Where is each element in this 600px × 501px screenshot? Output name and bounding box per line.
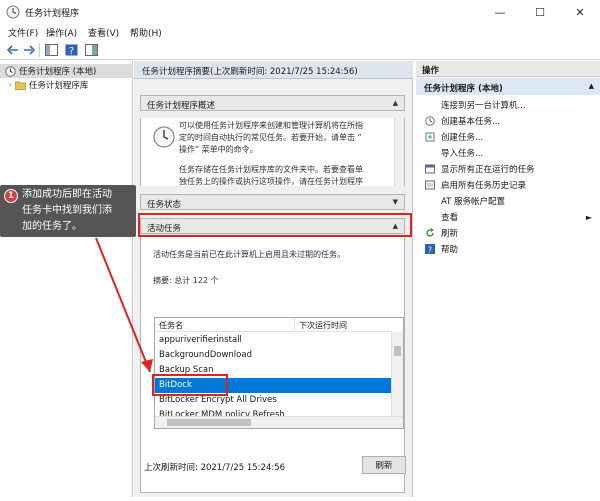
- active-tasks-table: 任务名 下次运行时间 appuriverifierinstall Backgro…: [154, 317, 404, 429]
- action-enable-history[interactable]: 启用所有任务历史记录: [416, 177, 600, 193]
- task-status-section-header[interactable]: 任务状态 ▼: [140, 194, 405, 210]
- refresh-button[interactable]: 刷新: [362, 456, 406, 474]
- action-label: 连接到另一台计算机...: [441, 101, 526, 111]
- task-scheduler-icon: [6, 5, 20, 19]
- action-view[interactable]: 查看 ►: [416, 209, 600, 225]
- title-bar: 任务计划程序 — ☐ ✕: [0, 0, 600, 24]
- scroll-thumb[interactable]: [394, 346, 401, 356]
- toolbar: ?: [0, 40, 600, 60]
- console-icon[interactable]: [84, 43, 99, 57]
- scroll-thumb[interactable]: [167, 419, 251, 426]
- action-label: 显示所有正在运行的任务: [441, 165, 535, 175]
- close-button[interactable]: ✕: [560, 0, 600, 24]
- action-label: 创建基本任务...: [441, 117, 501, 127]
- action-label: 帮助: [441, 245, 459, 255]
- active-tasks-summary: 摘要: 总计 122 个: [153, 276, 219, 285]
- table-row[interactable]: appuriverifierinstall: [155, 333, 391, 348]
- step-badge: 1: [4, 189, 18, 203]
- help-icon[interactable]: ?: [64, 43, 79, 57]
- overview-body: 可以使用任务计划程序来创建和管理计算机将在所指 定的时间自动执行的常见任务。若要…: [140, 118, 405, 186]
- action-show-running-tasks[interactable]: 显示所有正在运行的任务: [416, 161, 600, 177]
- column-header-task-name[interactable]: 任务名: [155, 318, 295, 332]
- wizard-icon: [425, 116, 435, 126]
- actions-subheader[interactable]: 任务计划程序 (本地) ▲: [416, 78, 600, 95]
- window-title: 任务计划程序: [25, 9, 80, 19]
- action-label: 导入任务...: [441, 149, 484, 159]
- clock-icon: [153, 126, 175, 148]
- action-label: 启用所有任务历史记录: [441, 181, 527, 191]
- menu-action[interactable]: 操作(A): [46, 26, 77, 39]
- overview-line: 定的时间自动执行的常见任务。若要开始，请单击 “: [179, 133, 362, 142]
- overview-scrollbar[interactable]: [394, 118, 404, 186]
- actions-subheader-label: 任务计划程序 (本地): [424, 84, 503, 94]
- menu-help[interactable]: 帮助(H): [130, 26, 162, 39]
- action-label: 查看: [441, 213, 459, 223]
- overview-line: 操作” 菜单中的命令。: [179, 145, 258, 154]
- tree-item-label: 任务计划程序 (本地): [19, 67, 97, 77]
- summary-pane: 任务计划程序摘要(上次刷新时间: 2021/7/25 15:24:56) 任务计…: [134, 61, 413, 497]
- history-icon: [425, 180, 435, 190]
- menu-file[interactable]: 文件(F): [8, 26, 38, 39]
- show-hide-tree-icon[interactable]: [44, 43, 59, 57]
- action-label: 刷新: [441, 229, 459, 239]
- action-label: 创建任务...: [441, 133, 484, 143]
- section-title: 任务计划程序概述: [147, 101, 216, 111]
- actions-pane: 操作 任务计划程序 (本地) ▲ 连接到另一台计算机... 创建基本任务... …: [416, 61, 600, 497]
- tree-item-task-library[interactable]: › 任务计划程序库: [0, 78, 133, 92]
- action-create-basic-task[interactable]: 创建基本任务...: [416, 113, 600, 129]
- overview-section-header[interactable]: 任务计划程序概述 ▲: [140, 95, 405, 111]
- expand-chevron-icon[interactable]: ›: [9, 81, 12, 89]
- action-import-task[interactable]: 导入任务...: [416, 145, 600, 161]
- highlight-selected-task: [152, 374, 228, 396]
- running-tasks-icon: [425, 164, 435, 174]
- svg-text:?: ?: [69, 46, 74, 56]
- maximize-button[interactable]: ☐: [520, 0, 560, 24]
- folder-icon: [14, 81, 26, 90]
- table-vertical-scrollbar[interactable]: [391, 332, 403, 416]
- table-row[interactable]: BackgroundDownload: [155, 348, 391, 363]
- table-horizontal-scrollbar[interactable]: [155, 416, 403, 428]
- callout-line: 加的任务了。: [22, 221, 82, 232]
- overview-line: 任务存储在任务计划程序库的文件夹中。若要查看单: [179, 165, 363, 174]
- back-arrow-icon[interactable]: [5, 43, 20, 57]
- annotation-callout: 1 添加成功后即在活动 任务卡中找到我们添 加的任务了。: [0, 185, 136, 237]
- tree-item-task-scheduler-local[interactable]: 任务计划程序 (本地): [0, 64, 133, 78]
- summary-header: 任务计划程序摘要(上次刷新时间: 2021/7/25 15:24:56): [134, 61, 413, 79]
- submenu-arrow-icon: ►: [585, 212, 592, 222]
- callout-line: 添加成功后即在活动: [22, 189, 112, 200]
- minimize-button[interactable]: —: [480, 0, 520, 24]
- highlight-active-tasks-header: [138, 213, 412, 237]
- refresh-icon: [426, 228, 434, 237]
- expand-caret-icon[interactable]: ▼: [393, 198, 398, 206]
- svg-text:?: ?: [428, 246, 432, 255]
- toolbar-separator: [39, 43, 40, 57]
- callout-line: 任务卡中找到我们添: [22, 205, 112, 216]
- menu-bar: 文件(F) 操作(A) 查看(V) 帮助(H): [0, 24, 600, 40]
- collapse-caret-icon[interactable]: ▲: [393, 99, 398, 107]
- action-at-service-config[interactable]: AT 服务帐户配置: [416, 193, 600, 209]
- action-refresh[interactable]: 刷新: [416, 225, 600, 241]
- help-icon: ?: [425, 244, 435, 254]
- action-help[interactable]: ? 帮助: [416, 241, 600, 257]
- section-title: 任务状态: [147, 200, 182, 210]
- collapse-caret-icon[interactable]: ▲: [589, 82, 594, 90]
- navigation-tree: 任务计划程序 (本地) › 任务计划程序库: [0, 61, 133, 497]
- tree-item-label: 任务计划程序库: [28, 81, 89, 91]
- action-connect-computer[interactable]: 连接到另一台计算机...: [416, 97, 600, 113]
- column-header-next-run[interactable]: 下次运行时间: [295, 318, 393, 332]
- overview-line: 可以使用任务计划程序来创建和管理计算机将在所指: [179, 121, 363, 130]
- new-task-icon: [425, 132, 435, 142]
- active-tasks-description: 活动任务是当前已在此计算机上启用且未过期的任务。: [153, 250, 345, 259]
- menu-view[interactable]: 查看(V): [88, 26, 119, 39]
- forward-arrow-icon[interactable]: [21, 43, 36, 57]
- action-create-task[interactable]: 创建任务...: [416, 129, 600, 145]
- clock-icon: [5, 65, 16, 77]
- actions-header: 操作: [416, 61, 600, 77]
- last-refresh-time: 上次刷新时间: 2021/7/25 15:24:56: [144, 463, 286, 473]
- overview-line: 独任务上的操作或执行这项操作，请在任务计划程序: [179, 177, 363, 186]
- action-label: AT 服务帐户配置: [441, 197, 506, 207]
